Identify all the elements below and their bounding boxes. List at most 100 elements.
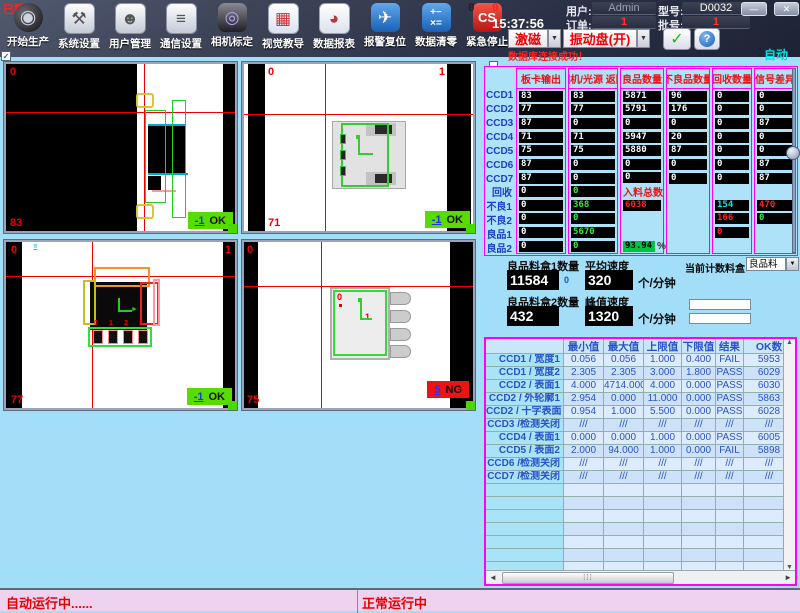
camera-view-1[interactable]: 0 83 -1OK [4, 62, 237, 233]
order-field[interactable]: 1 [592, 16, 656, 29]
measure-row-label: CCD2 / 十字表面 [486, 406, 564, 419]
decor-shape: OK [210, 215, 227, 227]
cam-index: 0 [247, 244, 253, 256]
measure-empty-row [486, 484, 795, 497]
db-status-text: 数据库连接成功！ [508, 48, 588, 63]
confirm-button[interactable]: ✓ [663, 28, 691, 50]
measure-cell [564, 536, 604, 549]
toolbar-button-alarm-reset[interactable]: ✈报警复位 [363, 3, 407, 51]
io-value-box: 0 [715, 159, 749, 170]
toolbar-button-start-production[interactable]: ◉开始生产 [6, 3, 50, 51]
io-column: 回收数量00000001541660 [712, 68, 752, 254]
measure-cell: /// [644, 471, 682, 484]
spare-input-2[interactable] [689, 313, 751, 324]
window-checkbox[interactable]: ✓ [1, 51, 11, 61]
close-button[interactable]: ✕ [774, 2, 799, 16]
measure-row[interactable]: CCD4 / 表面10.0000.0001.0000.000PASS6005 [486, 432, 795, 445]
spare-input-1[interactable] [689, 299, 751, 310]
toolbar-button-comm-settings[interactable]: ≡通信设置 [159, 3, 203, 51]
measure-cell [716, 523, 744, 536]
measure-row[interactable]: CCD3 /检测关闭////////////////// [486, 419, 795, 432]
measure-header-cell: 结果 [716, 339, 744, 354]
io-value-box: 5880 [623, 145, 661, 156]
camera-view-4[interactable]: 0 1 0 75 5NG [242, 240, 475, 410]
measure-row[interactable]: CCD6 /检测关闭////////////////// [486, 458, 795, 471]
side-slider-track[interactable] [792, 68, 796, 253]
model-field[interactable]: D0032 [682, 2, 750, 15]
current-bin-label: 当前计数料盒 [685, 260, 745, 275]
io-value-box: 0 [715, 118, 749, 129]
io-column: 板卡输出8377877175878700000 [516, 68, 566, 254]
measure-row-label: CCD2 / 表面1 [486, 380, 564, 393]
io-value-box: 0 [519, 241, 563, 252]
measure-cell: 4.000 [644, 380, 682, 393]
scroll-up-icon[interactable]: ▲ [786, 339, 793, 346]
decor-shape [360, 300, 362, 320]
current-bin-select[interactable]: 良品料盒2 [746, 257, 786, 271]
io-table: CCD1CCD2CCD3CCD4CCD5CCD6CCD7回收不良1不良2良品1良… [484, 66, 798, 256]
hscroll-thumb[interactable]: ⁞⁞⁞ [502, 572, 674, 584]
decor-shape: 5 [434, 384, 440, 396]
measure-row[interactable]: CCD2 / 外轮廓12.9540.00011.0000.000PASS5863 [486, 393, 795, 406]
io-cell: 77 [517, 103, 565, 117]
io-column-header: 回收数量 [713, 69, 751, 89]
io-cell: 87 [755, 158, 795, 172]
measure-cell [604, 497, 644, 510]
decor-shape: 1 [365, 312, 370, 322]
io-value-box: 0 [519, 227, 563, 238]
toolbar-button-label: 用户管理 [108, 36, 152, 51]
vibration-dropdown-arrow-icon[interactable]: ▼ [637, 29, 650, 48]
measure-cell: /// [682, 471, 716, 484]
toolbar-button-camera-calibration[interactable]: ◎相机标定 [210, 3, 254, 51]
measure-hscrollbar[interactable]: ◄ ⁞⁞⁞ ► [486, 570, 795, 584]
decor-shape: 1 [109, 320, 113, 327]
current-bin-dropdown-arrow-icon[interactable]: ▼ [786, 257, 799, 271]
help-button[interactable]: ? [694, 28, 720, 50]
io-cell: 71 [569, 130, 617, 144]
excite-button[interactable]: 激磁 [508, 29, 548, 48]
start-production-icon: ◉ [14, 3, 43, 32]
measure-row[interactable]: CCD2 / 十字表面0.9541.0005.5000.000PASS6028 [486, 406, 795, 419]
scroll-right-icon[interactable]: ► [784, 573, 792, 582]
io-cell: 0 [517, 198, 565, 212]
decor-shape: -1 [194, 391, 204, 403]
measure-row[interactable]: CCD1 / 宽度22.3052.3053.0001.800PASS6029 [486, 367, 795, 380]
measure-row-label: CCD1 / 宽度1 [486, 354, 564, 367]
measure-row[interactable]: CCD5 / 表面22.00094.0001.0000.000FAIL5898 [486, 445, 795, 458]
toolbar-button-vision-teach[interactable]: ▦视觉教导 [261, 3, 305, 51]
decor-shape [244, 242, 258, 408]
io-cell: 0 [569, 239, 617, 253]
io-value-box: 71 [571, 132, 615, 143]
io-cell: 87 [517, 158, 565, 172]
measure-row-label [486, 562, 564, 570]
io-value-box: 87 [757, 118, 793, 129]
toolbar-button-data-clear[interactable]: +− ×=数据清零 [414, 3, 458, 51]
toolbar-button-data-report[interactable]: ◕数据报表 [312, 3, 356, 51]
measure-cell [564, 497, 604, 510]
measure-cell [564, 523, 604, 536]
side-slider-knob[interactable] [786, 146, 800, 160]
measure-row[interactable]: CCD2 / 表面14.0004714.0004.0000.000PASS603… [486, 380, 795, 393]
toolbar-button-system-settings[interactable]: ⚒系统设置 [57, 3, 101, 51]
excite-dropdown-arrow-icon[interactable]: ▼ [548, 29, 561, 48]
measure-cell [564, 484, 604, 497]
io-column: 良品数量5871579105947588000入料总数603893.94% [620, 68, 664, 254]
measure-cell: 5.500 [644, 406, 682, 419]
user-field[interactable]: Admin [592, 2, 656, 15]
io-cell [755, 239, 795, 253]
app-window: { "window": {"auth_status":"已授权","minimi… [0, 0, 800, 611]
camera-view-2[interactable]: 0 1 71 -1OK [242, 62, 475, 233]
camera-view-3[interactable]: Ξ 0 1 2 3 ► 0 1 77 -1OK [4, 240, 237, 410]
io-cell: 5791 [621, 103, 663, 117]
measure-row[interactable]: CCD7 /检测关闭////////////////// [486, 471, 795, 484]
scroll-left-icon[interactable]: ◄ [489, 573, 497, 582]
measure-vscrollbar[interactable]: ▲▼ [783, 339, 795, 571]
decor-shape [360, 318, 372, 320]
measure-row-label: CCD7 /检测关闭 [486, 471, 564, 484]
measure-row[interactable]: CCD1 / 宽度10.0560.0561.0000.400FAIL5953 [486, 354, 795, 367]
measure-cell: 0.000 [604, 393, 644, 406]
minimize-button[interactable]: — [741, 2, 767, 16]
measure-cell [644, 536, 682, 549]
toolbar-button-user-management[interactable]: ☻用户管理 [108, 3, 152, 51]
measure-cell [604, 484, 644, 497]
